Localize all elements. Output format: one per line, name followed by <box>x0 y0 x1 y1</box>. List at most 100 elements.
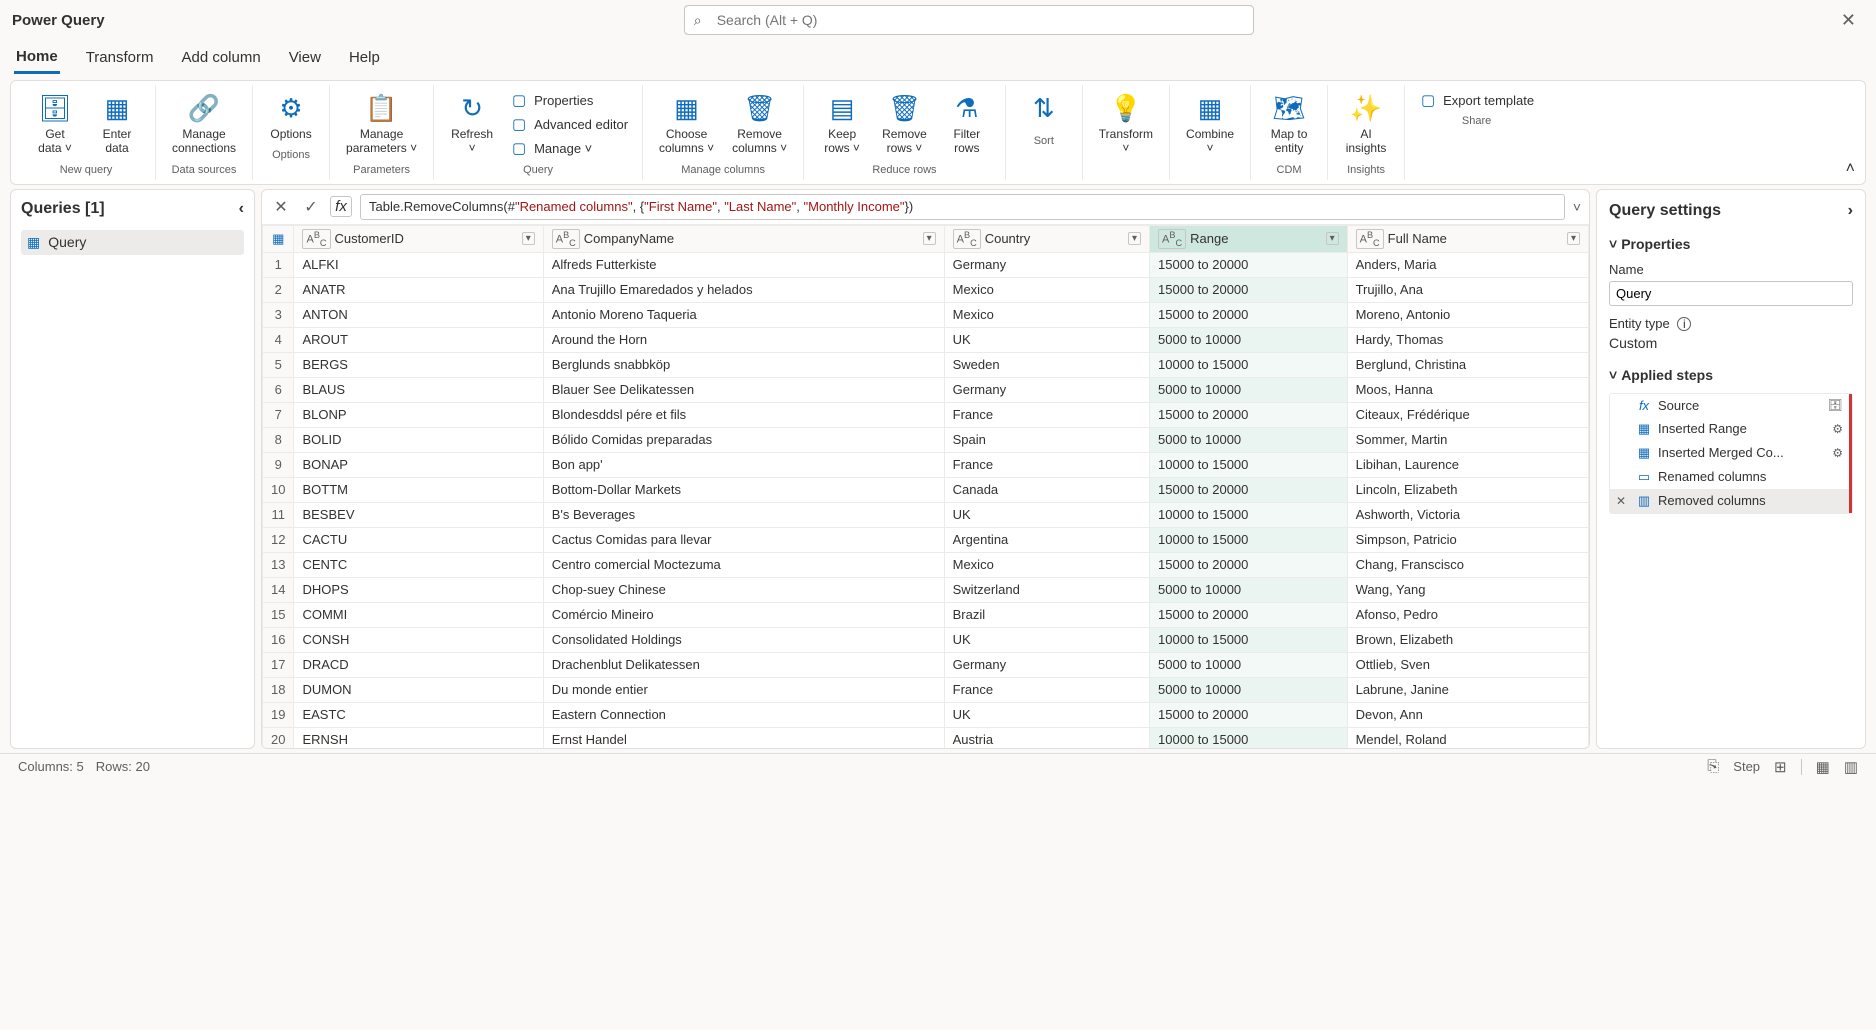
cell[interactable]: Sweden <box>944 352 1149 377</box>
cell[interactable]: Chop-suey Chinese <box>543 577 944 602</box>
cell[interactable]: Anders, Maria <box>1347 252 1588 277</box>
cell[interactable]: B's Beverages <box>543 502 944 527</box>
row-number[interactable]: 10 <box>263 477 294 502</box>
gear-icon[interactable]: ⚙ <box>1832 446 1843 460</box>
ribbon-collapse-icon[interactable]: ˄ <box>1846 160 1855 178</box>
cell[interactable]: 10000 to 15000 <box>1150 452 1348 477</box>
row-number[interactable]: 17 <box>263 652 294 677</box>
cell[interactable]: Ana Trujillo Emaredados y helados <box>543 277 944 302</box>
row-number[interactable]: 18 <box>263 677 294 702</box>
table-row[interactable]: 7BLONPBlondesddsl pére et filsFrance1500… <box>263 402 1589 427</box>
cell[interactable]: Libihan, Laurence <box>1347 452 1588 477</box>
applied-steps-section[interactable]: ˅ Applied steps <box>1609 367 1853 383</box>
cell[interactable]: CACTU <box>294 527 543 552</box>
ribbon-manage-button[interactable]: 🔗Manageconnections <box>166 89 242 160</box>
cell[interactable]: BLONP <box>294 402 543 427</box>
cell[interactable]: Moreno, Antonio <box>1347 302 1588 327</box>
query-name-input[interactable] <box>1609 281 1853 306</box>
table-row[interactable]: 4AROUTAround the HornUK5000 to 10000Hard… <box>263 327 1589 352</box>
formula-cancel-icon[interactable]: ✕ <box>270 197 292 217</box>
cell[interactable]: Ottlieb, Sven <box>1347 652 1588 677</box>
cell[interactable]: 15000 to 20000 <box>1150 302 1348 327</box>
ribbon-manage-button[interactable]: 📋Manageparameters ˅ <box>340 89 423 160</box>
column-header-customerid[interactable]: ABCCustomerID▾ <box>294 225 543 252</box>
cell[interactable]: Mendel, Roland <box>1347 727 1588 748</box>
ribbon-ai-button[interactable]: ✨AIinsights <box>1338 89 1394 160</box>
cell[interactable]: Centro comercial Moctezuma <box>543 552 944 577</box>
cell[interactable]: CONSH <box>294 627 543 652</box>
cell[interactable]: France <box>944 677 1149 702</box>
cell[interactable]: Labrune, Janine <box>1347 677 1588 702</box>
column-header-range[interactable]: ABCRange▾ <box>1150 225 1348 252</box>
cell[interactable]: Alfreds Futterkiste <box>543 252 944 277</box>
cell[interactable]: 10000 to 15000 <box>1150 352 1348 377</box>
cell[interactable]: Brazil <box>944 602 1149 627</box>
cell[interactable]: Eastern Connection <box>543 702 944 727</box>
step-source[interactable]: fxSource🗄 <box>1610 394 1852 417</box>
column-dropdown-icon[interactable]: ▾ <box>522 232 535 245</box>
cell[interactable]: 5000 to 10000 <box>1150 327 1348 352</box>
table-row[interactable]: 15COMMIComércio MineiroBrazil15000 to 20… <box>263 602 1589 627</box>
cell[interactable]: Argentina <box>944 527 1149 552</box>
ribbon-enter-button[interactable]: ▦Enterdata <box>89 89 145 160</box>
table-row[interactable]: 16CONSHConsolidated HoldingsUK10000 to 1… <box>263 627 1589 652</box>
ribbon-sort-button[interactable]: ⇅ <box>1016 89 1072 131</box>
table-row[interactable]: 2ANATRAna Trujillo Emaredados y heladosM… <box>263 277 1589 302</box>
cell[interactable]: Devon, Ann <box>1347 702 1588 727</box>
row-number[interactable]: 20 <box>263 727 294 748</box>
cell[interactable]: 10000 to 15000 <box>1150 627 1348 652</box>
row-number[interactable]: 12 <box>263 527 294 552</box>
cell[interactable]: Ernst Handel <box>543 727 944 748</box>
cell[interactable]: BOTTM <box>294 477 543 502</box>
cell[interactable]: 5000 to 10000 <box>1150 652 1348 677</box>
cell[interactable]: Bólido Comidas preparadas <box>543 427 944 452</box>
cell[interactable]: UK <box>944 327 1149 352</box>
cell[interactable]: Trujillo, Ana <box>1347 277 1588 302</box>
cell[interactable]: BLAUS <box>294 377 543 402</box>
row-number[interactable]: 19 <box>263 702 294 727</box>
cell[interactable]: 10000 to 15000 <box>1150 727 1348 748</box>
cell[interactable]: UK <box>944 502 1149 527</box>
cell[interactable]: 5000 to 10000 <box>1150 427 1348 452</box>
table-row[interactable]: 3ANTONAntonio Moreno TaqueriaMexico15000… <box>263 302 1589 327</box>
cell[interactable]: 15000 to 20000 <box>1150 477 1348 502</box>
cell[interactable]: 15000 to 20000 <box>1150 252 1348 277</box>
table-row[interactable]: 14DHOPSChop-suey ChineseSwitzerland5000 … <box>263 577 1589 602</box>
row-number[interactable]: 2 <box>263 277 294 302</box>
column-header-companyname[interactable]: ABCCompanyName▾ <box>543 225 944 252</box>
ribbon-refresh-button[interactable]: ↻Refresh˅ <box>444 89 500 160</box>
menu-add-column[interactable]: Add column <box>179 43 262 72</box>
cell[interactable]: Simpson, Patricio <box>1347 527 1588 552</box>
cell[interactable]: Citeaux, Frédérique <box>1347 402 1588 427</box>
cell[interactable]: 15000 to 20000 <box>1150 402 1348 427</box>
cell[interactable]: Sommer, Martin <box>1347 427 1588 452</box>
step-removed-columns[interactable]: ✕▥Removed columns <box>1610 489 1852 513</box>
cell[interactable]: BOLID <box>294 427 543 452</box>
cell[interactable]: 5000 to 10000 <box>1150 577 1348 602</box>
cell[interactable]: DHOPS <box>294 577 543 602</box>
queries-collapse-icon[interactable]: ‹ <box>239 200 244 218</box>
ribbon-keep-button[interactable]: ▤Keeprows ˅ <box>814 89 870 160</box>
cell[interactable]: DRACD <box>294 652 543 677</box>
cell[interactable]: ERNSH <box>294 727 543 748</box>
close-button[interactable]: ✕ <box>1833 6 1864 35</box>
fx-icon[interactable]: fx <box>330 196 352 217</box>
cell[interactable]: BERGS <box>294 352 543 377</box>
menu-help[interactable]: Help <box>347 43 382 72</box>
cell[interactable]: CENTC <box>294 552 543 577</box>
cell[interactable]: Bon app' <box>543 452 944 477</box>
ribbon-choose-button[interactable]: ▦Choosecolumns ˅ <box>653 89 720 160</box>
row-number[interactable]: 3 <box>263 302 294 327</box>
table-row[interactable]: 11BESBEVB's BeveragesUK10000 to 15000Ash… <box>263 502 1589 527</box>
cell[interactable]: Berglund, Christina <box>1347 352 1588 377</box>
cell[interactable]: Mexico <box>944 277 1149 302</box>
cell[interactable]: DUMON <box>294 677 543 702</box>
cell[interactable]: 15000 to 20000 <box>1150 552 1348 577</box>
ribbon-export-template-button[interactable]: ▢Export template <box>1415 89 1538 111</box>
row-number[interactable]: 4 <box>263 327 294 352</box>
row-number[interactable]: 8 <box>263 427 294 452</box>
cell[interactable]: Bottom-Dollar Markets <box>543 477 944 502</box>
cell[interactable]: Spain <box>944 427 1149 452</box>
cell[interactable]: Germany <box>944 652 1149 677</box>
cell[interactable]: 15000 to 20000 <box>1150 277 1348 302</box>
